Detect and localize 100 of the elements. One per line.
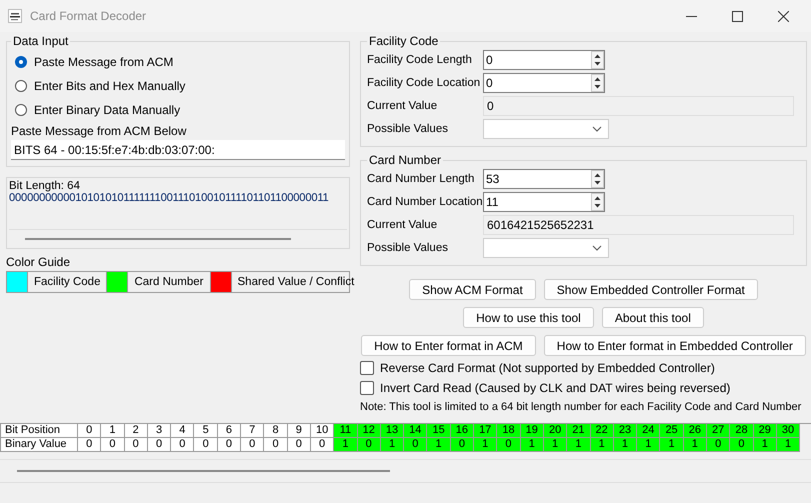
- table-cell: 0: [310, 438, 334, 452]
- chevron-down-icon: [592, 245, 602, 251]
- spin-field[interactable]: 53: [483, 169, 605, 189]
- table-cell: 0: [404, 438, 428, 452]
- table-cell: 15: [427, 424, 451, 438]
- table-cell: 0: [78, 438, 102, 452]
- spin-arrows-icon[interactable]: [591, 170, 604, 188]
- chevron-down-icon: [592, 126, 602, 132]
- table-cell: 19: [520, 424, 544, 438]
- row-header: Binary Value: [0, 438, 78, 452]
- readonly-field: 6016421525652231: [483, 215, 794, 235]
- field-label: Card Number Length: [367, 173, 476, 185]
- table-cell: 8: [264, 424, 288, 438]
- field-label: Possible Values: [367, 242, 449, 254]
- group-title: Card Number: [368, 153, 442, 167]
- table-cell: 3: [148, 424, 172, 438]
- spin-field[interactable]: 0: [483, 73, 605, 93]
- table-cell: 1: [637, 438, 660, 452]
- table-cell: 22: [590, 424, 614, 438]
- spin-arrows-icon[interactable]: [591, 51, 604, 69]
- scrollbar[interactable]: [17, 470, 390, 472]
- table-cell: 1: [567, 438, 591, 452]
- table-cell: 7: [241, 424, 264, 438]
- group-title: Data Input: [12, 34, 70, 48]
- spin-field[interactable]: 0: [483, 50, 605, 70]
- table-cell: 14: [404, 424, 428, 438]
- radio-label[interactable]: Paste Message from ACM: [34, 55, 174, 69]
- field-label: Paste Message from ACM Below: [11, 124, 188, 138]
- maximize-icon[interactable]: [732, 10, 743, 22]
- table-cell: 2: [124, 424, 148, 438]
- table-cell: 0: [450, 438, 474, 452]
- note-text: Note: This tool is limited to a 64 bit length number for each Facility Code and Card Number: [360, 401, 802, 413]
- table-cell: 1: [474, 438, 498, 452]
- bit-length-text: Bit Length: 64: [9, 180, 81, 192]
- field-label: Facility Code Location: [367, 77, 482, 89]
- checkbox[interactable]: [360, 360, 374, 374]
- action-button[interactable]: About this tool: [602, 307, 704, 328]
- app-icon: [8, 9, 22, 23]
- table-cell: 13: [380, 424, 404, 438]
- checkbox-label[interactable]: Invert Card Read (Caused by CLK and DAT wires being reversed): [380, 380, 730, 394]
- action-button[interactable]: Show Embedded Controller Format: [544, 279, 758, 300]
- spin-arrows-icon[interactable]: [591, 193, 604, 211]
- group-title: Facility Code: [368, 34, 440, 48]
- table-cell: 23: [614, 424, 638, 438]
- table-cell: 1: [776, 438, 800, 452]
- table-cell: 1: [660, 438, 684, 452]
- table-cell: 28: [730, 424, 754, 438]
- table-cell: 9: [288, 424, 311, 438]
- field-label: Current Value: [367, 219, 438, 231]
- table-cell: 0: [148, 438, 172, 452]
- table-cell: 0: [730, 438, 754, 452]
- table-cell: 0: [124, 438, 148, 452]
- spin-field[interactable]: 11: [483, 192, 605, 212]
- field-label: Current Value: [367, 100, 438, 112]
- table-cell: 11: [334, 424, 358, 438]
- readonly-field: 0: [483, 96, 794, 116]
- action-button[interactable]: How to Enter format in ACM: [361, 335, 536, 356]
- radio-label[interactable]: Enter Binary Data Manually: [34, 103, 180, 117]
- table-cell: 6: [218, 424, 242, 438]
- checkbox[interactable]: [360, 380, 374, 394]
- binary-text: 0000000000010101010111111100111010010111101101100000011: [9, 192, 330, 204]
- table-cell: 16: [450, 424, 474, 438]
- table-cell: 20: [544, 424, 568, 438]
- table-cell: 1: [101, 424, 125, 438]
- radio-button[interactable]: [15, 104, 27, 116]
- table-cell: 29: [754, 424, 777, 438]
- field-label: Possible Values: [367, 123, 449, 135]
- table-cell: 12: [358, 424, 381, 438]
- table-cell: 21: [567, 424, 591, 438]
- radio-button[interactable]: [15, 80, 27, 92]
- scrollbar[interactable]: [25, 238, 291, 240]
- action-button[interactable]: How to Enter format in Embedded Controller: [544, 335, 806, 356]
- table-cell: 0: [707, 438, 730, 452]
- radio-label[interactable]: Enter Bits and Hex Manually: [34, 79, 186, 93]
- legend-label: Shared Value / Conflict: [236, 275, 356, 290]
- table-cell: 18: [497, 424, 521, 438]
- table-cell: 10: [310, 424, 334, 438]
- row-header: Bit Position: [0, 424, 78, 438]
- input-field[interactable]: BITS 64 - 00:15:5f:e7:4b:db:03:07:00:: [11, 140, 345, 160]
- table-cell: 0: [78, 424, 102, 438]
- table-cell: 24: [637, 424, 660, 438]
- action-button[interactable]: Show ACM Format: [409, 279, 536, 300]
- field-label: Card Number Location: [367, 196, 483, 208]
- table-cell: 0: [101, 438, 125, 452]
- table-cell: 0: [264, 438, 288, 452]
- table-cell: 1: [544, 438, 568, 452]
- table-cell: 0: [218, 438, 242, 452]
- table-cell: 1: [590, 438, 614, 452]
- table-cell: 27: [707, 424, 730, 438]
- table-cell: 25: [660, 424, 684, 438]
- close-icon[interactable]: [778, 10, 789, 22]
- checkbox-label[interactable]: Reverse Card Format (Not supported by Embedded Controller): [380, 360, 715, 374]
- action-button[interactable]: How to use this tool: [463, 307, 594, 328]
- spin-arrows-icon[interactable]: [591, 74, 604, 92]
- field-label: Facility Code Length: [367, 54, 473, 66]
- table-cell: 1: [754, 438, 777, 452]
- table-cell: 1: [380, 438, 404, 452]
- table-cell: 1: [684, 438, 708, 452]
- radio-button[interactable]: [15, 56, 27, 68]
- table-cell: 26: [684, 424, 708, 438]
